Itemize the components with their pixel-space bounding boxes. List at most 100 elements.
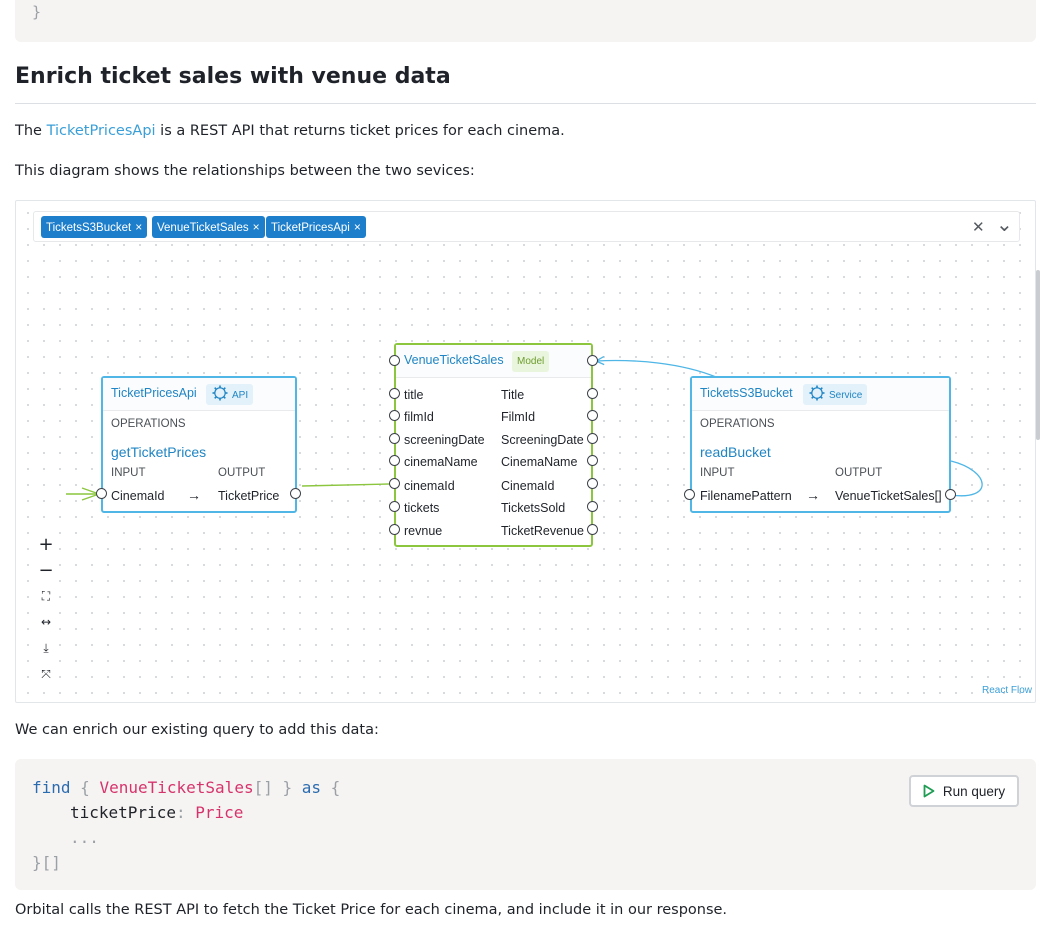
model-header-left-handle[interactable] bbox=[389, 355, 400, 366]
output-field: VenueTicketSales[] bbox=[835, 489, 942, 503]
badge-label: API bbox=[232, 390, 249, 401]
node-title: TicketPricesApi bbox=[111, 386, 197, 400]
code-brace: { bbox=[330, 778, 341, 797]
model-field-left: cinemaName bbox=[404, 455, 478, 469]
operation-name: readBucket bbox=[700, 444, 771, 460]
model-header-right-handle[interactable] bbox=[587, 355, 598, 366]
code-colon: : bbox=[175, 803, 186, 822]
ticket-prices-api-link[interactable]: TicketPricesApi bbox=[47, 123, 156, 139]
node-title: TicketsS3Bucket bbox=[700, 386, 793, 400]
relationship-diagram[interactable]: TicketsS3Bucket × VenueTicketSales × Ticke… bbox=[15, 200, 1036, 703]
model-field-handle[interactable] bbox=[587, 501, 598, 512]
model-field-left: revnue bbox=[404, 524, 443, 538]
code-line-1: find { VenueTicketSales[] } as { bbox=[32, 778, 340, 797]
query-code-block: find { VenueTicketSales[] } as { ticketP… bbox=[15, 759, 1036, 890]
api-output-handle[interactable] bbox=[290, 488, 301, 499]
model-field-handle[interactable] bbox=[587, 388, 598, 399]
intro-prefix: The bbox=[15, 123, 47, 139]
code-field-type: Price bbox=[195, 803, 244, 822]
download-button[interactable]: ⤓ bbox=[34, 635, 58, 661]
service-badge: Service bbox=[803, 384, 868, 405]
tickets-s3-bucket-node[interactable]: TicketsS3Bucket Service OPERATIONS readB… bbox=[690, 376, 951, 513]
model-field-right: FilmId bbox=[501, 410, 536, 424]
model-badge: Model bbox=[512, 351, 550, 372]
model-field-handle[interactable] bbox=[587, 524, 598, 535]
code-closing: }[] bbox=[32, 853, 61, 872]
api-badge: API bbox=[206, 384, 254, 405]
model-field-handle[interactable] bbox=[587, 455, 598, 466]
model-field-handle[interactable] bbox=[389, 524, 400, 535]
gear-api-icon bbox=[809, 385, 825, 401]
model-field-handle[interactable] bbox=[587, 478, 598, 489]
venue-ticket-sales-node[interactable]: VenueTicketSales Model title Title filmI… bbox=[394, 343, 593, 547]
model-field-handle[interactable] bbox=[389, 501, 400, 512]
heading-divider bbox=[15, 103, 1036, 104]
run-query-button[interactable]: Run query bbox=[909, 775, 1019, 807]
model-field-left: tickets bbox=[404, 501, 440, 515]
code-line-4: }[] bbox=[32, 853, 61, 872]
operation-name: getTicketPrices bbox=[111, 444, 207, 460]
model-field-left: filmId bbox=[404, 410, 434, 424]
ticket-prices-api-node[interactable]: TicketPricesApi API OPERATIONS getTicket… bbox=[101, 376, 297, 513]
diagram-intro-paragraph: This diagram shows the relationships bet… bbox=[15, 163, 475, 179]
input-field: FilenamePattern bbox=[700, 489, 792, 503]
code-keyword-find: find bbox=[32, 778, 71, 797]
operations-label: OPERATIONS bbox=[700, 418, 775, 430]
code-line-2: ticketPrice: Price bbox=[70, 803, 243, 822]
closing-paragraph: Orbital calls the REST API to fetch the … bbox=[15, 902, 728, 918]
edge-service-to-model bbox=[596, 361, 717, 378]
zoom-in-button[interactable]: + bbox=[34, 531, 58, 557]
operations-label: OPERATIONS bbox=[111, 418, 186, 430]
enrich-paragraph: We can enrich our existing query to add … bbox=[15, 722, 379, 738]
play-icon bbox=[923, 784, 935, 798]
code-line-3: ... bbox=[70, 828, 99, 847]
service-input-handle[interactable] bbox=[684, 489, 695, 500]
input-label: INPUT bbox=[700, 467, 735, 479]
code-brace: { bbox=[80, 778, 90, 797]
collapse-button[interactable]: ⤧ bbox=[34, 661, 58, 687]
code-type: VenueTicketSales bbox=[99, 778, 254, 797]
diagram-controls: + − ⛶ ↔ ⤓ ⤧ bbox=[34, 531, 58, 687]
model-field-right: TicketRevenue bbox=[501, 524, 584, 538]
code-field: ticketPrice bbox=[70, 803, 176, 822]
model-field-handle[interactable] bbox=[587, 433, 598, 444]
badge-label: Service bbox=[829, 390, 863, 401]
intro-paragraph: The TicketPricesApi is a REST API that r… bbox=[15, 123, 565, 139]
edge-ticketprice-to-cinemaid bbox=[301, 483, 390, 487]
code-ellipsis: ... bbox=[70, 828, 99, 847]
react-flow-attribution[interactable]: React Flow bbox=[982, 685, 1032, 696]
model-field-handle[interactable] bbox=[587, 410, 598, 421]
edge-service-loop bbox=[950, 460, 983, 497]
node-header: VenueTicketSales Model bbox=[396, 345, 591, 378]
output-label: OUTPUT bbox=[218, 467, 266, 479]
model-field-handle[interactable] bbox=[389, 433, 400, 444]
code-brace: } bbox=[282, 778, 293, 797]
model-field-right: CinemaId bbox=[501, 479, 555, 493]
input-field: CinemaId bbox=[111, 489, 165, 503]
output-field: TicketPrice bbox=[218, 489, 280, 503]
code-closing-brace: } bbox=[32, 3, 42, 21]
node-header: TicketPricesApi API bbox=[103, 378, 295, 411]
model-field-handle[interactable] bbox=[389, 455, 400, 466]
run-query-label: Run query bbox=[942, 783, 1006, 799]
intro-suffix: is a REST API that returns ticket prices… bbox=[155, 123, 565, 139]
arrow-right-icon: → bbox=[806, 487, 820, 503]
zoom-out-button[interactable]: − bbox=[34, 557, 58, 583]
input-label: INPUT bbox=[111, 467, 146, 479]
model-field-handle[interactable] bbox=[389, 388, 400, 399]
page-scrollbar[interactable] bbox=[1036, 270, 1040, 440]
model-field-handle[interactable] bbox=[389, 410, 400, 421]
model-field-right: ScreeningDate bbox=[501, 433, 584, 447]
model-field-right: TicketsSold bbox=[501, 501, 566, 515]
fit-view-button[interactable]: ⛶ bbox=[34, 583, 58, 609]
fit-width-button[interactable]: ↔ bbox=[34, 609, 58, 635]
service-output-handle[interactable] bbox=[945, 489, 956, 500]
model-field-right: CinemaName bbox=[501, 455, 578, 469]
previous-code-block: } bbox=[15, 0, 1036, 42]
arrow-right-icon: → bbox=[187, 487, 201, 503]
model-field-left: cinemaId bbox=[404, 479, 455, 493]
model-field-handle[interactable] bbox=[389, 478, 400, 489]
api-input-handle[interactable] bbox=[96, 488, 107, 499]
code-keyword-as: as bbox=[301, 778, 322, 797]
model-field-right: Title bbox=[501, 388, 525, 402]
